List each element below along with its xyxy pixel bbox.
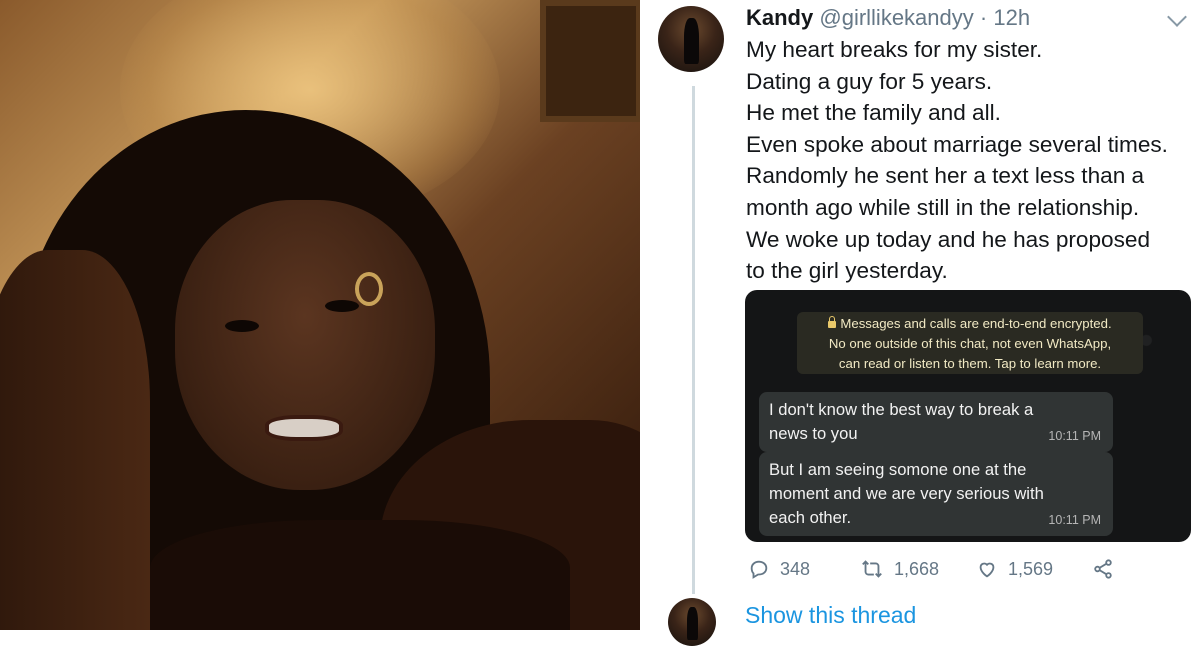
tweet-text: My heart breaks for my sister. Dating a … <box>746 34 1196 287</box>
handle[interactable]: @girllikekandyy <box>819 5 973 30</box>
show-thread-link[interactable]: Show this thread <box>745 602 916 629</box>
message-line: I don't know the best way to break a <box>769 400 1034 419</box>
notice-line: can read or listen to them. Tap to learn… <box>838 356 1102 371</box>
earring <box>355 272 383 306</box>
display-name[interactable]: Kandy <box>746 5 813 30</box>
reply-icon <box>750 560 768 579</box>
notice-line: Messages and calls are end-to-end encryp… <box>840 316 1112 331</box>
message-line: But I am seeing somone one at the <box>769 460 1027 479</box>
tweet-line: month ago while still in the relationshi… <box>746 194 1140 220</box>
chevron-down-icon[interactable] <box>1167 7 1187 27</box>
reply-count: 348 <box>780 558 811 579</box>
tweet-line: Randomly he sent her a text less than a <box>746 163 1145 189</box>
retweet-button[interactable]: 1,668 <box>860 558 939 580</box>
tweet-line: He met the family and all. <box>746 100 1001 126</box>
share-button[interactable] <box>1092 558 1124 580</box>
like-button[interactable]: 1,569 <box>976 558 1053 580</box>
lock-icon <box>828 316 837 328</box>
thread-avatar[interactable] <box>668 598 716 646</box>
tweet-header: Kandy @girllikekandyy · 12h <box>746 5 1030 31</box>
message-time: 10:11 PM <box>1048 429 1101 443</box>
notice-line: No one outside of this chat, not even Wh… <box>828 336 1112 351</box>
like-icon <box>979 562 995 578</box>
tweet-line: We woke up today and he has proposed <box>746 226 1151 252</box>
retweet-icon <box>862 560 882 578</box>
thread-line <box>692 86 695 594</box>
tweet-line: Even spoke about marriage several times. <box>746 131 1168 157</box>
share-icon <box>1094 559 1112 579</box>
separator: · <box>979 5 988 30</box>
whatsapp-screenshot[interactable]: Messages and calls are end-to-end encryp… <box>745 290 1191 542</box>
message-bubble: But I am seeing somone one at the moment… <box>759 452 1113 536</box>
reply-button[interactable]: 348 <box>748 558 810 580</box>
message-time: 10:11 PM <box>1048 513 1101 527</box>
encryption-notice: Messages and calls are end-to-end encryp… <box>797 312 1143 374</box>
message-bubble: I don't know the best way to break a new… <box>759 392 1113 452</box>
retweet-count: 1,668 <box>894 558 940 579</box>
woman-face <box>175 200 435 490</box>
tweet-line: to the girl yesterday. <box>746 258 948 284</box>
tweet-card: Kandy @girllikekandyy · 12h My heart bre… <box>640 0 1200 646</box>
wall-picture-frame <box>540 0 640 122</box>
tweet-line: My heart breaks for my sister. <box>746 37 1043 62</box>
timestamp[interactable]: 12h <box>993 5 1030 30</box>
tweet-line: Dating a guy for 5 years. <box>746 68 993 94</box>
reaction-photo <box>0 0 640 630</box>
like-count: 1,569 <box>1008 558 1054 579</box>
avatar[interactable] <box>658 6 724 72</box>
message-line: moment and we are very serious with <box>769 484 1044 503</box>
